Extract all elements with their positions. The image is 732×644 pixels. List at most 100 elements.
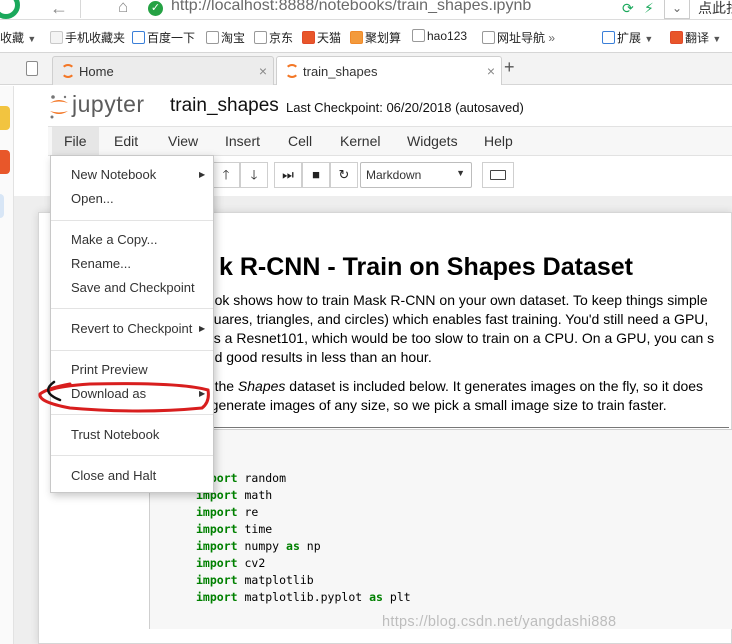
page-icon (482, 31, 495, 44)
bookmark-baidu[interactable]: 百度一下 (132, 29, 195, 46)
code-text: plt (382, 590, 411, 604)
jupyter-logo-icon[interactable] (48, 94, 70, 120)
cell-type-select[interactable]: Markdown ▼ (360, 162, 472, 188)
dropdown-arrow-icon: ▼ (644, 34, 654, 44)
home-icon[interactable]: ⌂ (118, 0, 128, 17)
menu-item-new-notebook[interactable]: New Notebook (71, 167, 156, 182)
bookmark-hao123[interactable]: hao123 (412, 29, 467, 43)
menu-edit[interactable]: Edit (114, 133, 138, 149)
menu-cell[interactable]: Cell (288, 133, 312, 149)
menu-divider (51, 414, 213, 415)
new-tab-plus-icon[interactable]: + (504, 57, 515, 78)
menu-item-trust-notebook[interactable]: Trust Notebook (71, 427, 159, 442)
code-text: random (237, 471, 287, 485)
side-app-icon[interactable] (0, 194, 4, 218)
bookmark-translate[interactable]: 翻译 ▼ (670, 29, 721, 46)
code-text: np (299, 539, 321, 553)
menu-item-revert-checkpoint[interactable]: Revert to Checkpoint (71, 321, 192, 336)
code-text: cv2 (237, 556, 266, 570)
menu-item-close-halt[interactable]: Close and Halt (71, 468, 156, 483)
move-down-button[interactable]: 🡓 (240, 162, 268, 188)
address-bar: ← ⌂ ✓ http://localhost:8888/notebooks/tr… (0, 0, 732, 20)
menu-file[interactable]: File (52, 127, 99, 156)
command-palette-button[interactable] (482, 162, 514, 188)
menu-item-open[interactable]: Open... (71, 191, 114, 206)
close-icon[interactable]: × (487, 63, 495, 79)
interrupt-kernel-button[interactable]: ■ (302, 162, 330, 188)
code-cell[interactable]: sysimport randomimport mathimport reimpo… (149, 429, 732, 629)
code-keyword: import (196, 573, 238, 587)
bookmark-label: 网址导航 (497, 31, 546, 45)
menu-insert[interactable]: Insert (225, 133, 260, 149)
bookmark-jd[interactable]: 京东 (254, 29, 293, 46)
side-app-icon[interactable] (0, 106, 10, 130)
restart-kernel-button[interactable]: ↻ (330, 162, 358, 188)
checkpoint-status: Last Checkpoint: 06/20/2018 (autosaved) (286, 100, 524, 115)
code-text: matplotlib.pyplot (237, 590, 370, 604)
submenu-arrow-icon: ▶ (199, 389, 206, 398)
notebook-title[interactable]: train_shapes (170, 95, 279, 117)
bookmark-label: 淘宝 (221, 31, 246, 45)
menu-item-rename[interactable]: Rename... (71, 256, 131, 271)
bookmark-label: 聚划算 (365, 31, 402, 45)
bookmark-tmall[interactable]: 天猫 (302, 29, 341, 46)
tab-train-shapes[interactable]: train_shapes × (276, 56, 502, 85)
run-cell-button[interactable]: ⏭ (274, 162, 302, 188)
sidebar-toggle-icon[interactable] (26, 61, 38, 76)
refresh-icon: ↻ (338, 167, 350, 182)
code-keyword: import (196, 522, 238, 536)
translate-icon (670, 31, 683, 44)
chevron-down-icon: ⌄ (672, 1, 683, 15)
bookmark-label: 翻译 (685, 31, 710, 45)
text-span: dataset is included below. It generates … (285, 378, 704, 394)
code-keyword: import (196, 556, 238, 570)
bookmark-label: hao123 (427, 29, 468, 43)
close-icon[interactable]: × (259, 63, 267, 79)
code-line: import time (196, 522, 272, 536)
menu-item-make-copy[interactable]: Make a Copy... (71, 232, 157, 247)
back-arrow-icon[interactable]: ← (50, 0, 68, 19)
menu-widgets[interactable]: Widgets (407, 133, 458, 149)
bookmark-mobile-favorites[interactable]: 手机收藏夹 (50, 29, 125, 46)
jupyter-wordmark[interactable]: jupyter (72, 91, 145, 118)
bookmark-juhuasuan[interactable]: 聚划算 (350, 29, 401, 46)
code-line: import cv2 (196, 556, 265, 570)
bookmark-extensions[interactable]: 扩展 ▼ (602, 29, 653, 46)
submenu-arrow-icon: ▶ (199, 324, 206, 333)
search-hint[interactable]: 点此找 (698, 0, 732, 18)
menu-item-download-as[interactable]: Download as (71, 386, 146, 401)
bookmark-taobao[interactable]: 淘宝 (206, 29, 245, 46)
bookmark-nav[interactable]: 网址导航 » (482, 29, 555, 46)
code-text: numpy (237, 539, 287, 553)
jupyter-favicon-icon (61, 64, 75, 78)
menu-view[interactable]: View (168, 133, 198, 149)
dropdown-arrow-icon: ▼ (27, 34, 37, 44)
keyboard-icon (490, 170, 506, 180)
jupyter-favicon-icon (285, 64, 299, 78)
move-up-button[interactable]: 🡑 (212, 162, 240, 188)
more-chevron-icon[interactable]: » (548, 31, 555, 45)
refresh-icon[interactable]: ⟳ (622, 0, 634, 17)
bookmark-label: 手机收藏夹 (65, 31, 126, 45)
menu-help[interactable]: Help (484, 133, 513, 149)
browser-logo-icon (0, 0, 20, 19)
notebook-menubar: File Edit View Insert Cell Kernel Widget… (48, 126, 732, 156)
browser-side-strip (0, 86, 14, 644)
page-icon (254, 31, 267, 44)
code-keyword: import (196, 539, 238, 553)
bookmark-label: 百度一下 (147, 31, 196, 45)
juhuasuan-icon (350, 31, 363, 44)
markdown-line: squares, triangles, and circles) which e… (199, 311, 709, 327)
code-line: import matplotlib.pyplot as plt (196, 590, 411, 604)
url-field[interactable]: http://localhost:8888/notebooks/train_sh… (171, 0, 531, 15)
bookmark-favorites[interactable]: 收藏 ▼ (0, 29, 36, 46)
menu-kernel[interactable]: Kernel (340, 133, 380, 149)
menu-item-save-checkpoint[interactable]: Save and Checkpoint (71, 280, 195, 295)
side-app-icon[interactable] (0, 150, 10, 174)
menu-divider (51, 220, 213, 221)
code-line: import re (196, 505, 258, 519)
menu-item-print-preview[interactable]: Print Preview (71, 362, 148, 377)
code-line: import numpy as np (196, 539, 321, 553)
tab-home[interactable]: Home × (52, 56, 274, 85)
lightning-icon[interactable]: ⚡ (644, 0, 654, 17)
